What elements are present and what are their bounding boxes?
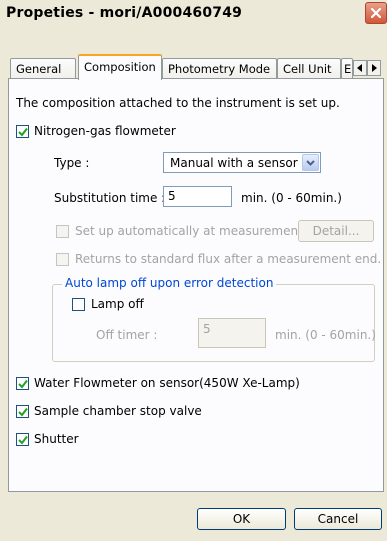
tab-more[interactable]: E — [341, 58, 353, 79]
check-icon — [18, 435, 28, 445]
type-label: Type : — [54, 156, 90, 170]
check-icon — [18, 127, 28, 137]
substitution-label: Substitution time : — [54, 191, 166, 205]
chevron-right-icon — [372, 64, 377, 72]
lamp-off-checkbox[interactable] — [72, 298, 85, 311]
tab-strip: General Composition Photometry Mode Cell… — [8, 54, 383, 80]
auto-setup-label: Set up automatically at measurement. — [75, 224, 307, 238]
tab-scroll-right-button[interactable] — [367, 60, 381, 76]
chevron-down-icon — [306, 159, 315, 166]
shutter-label: Shutter — [34, 432, 79, 446]
off-timer-label: Off timer : — [96, 328, 158, 342]
check-icon — [18, 407, 28, 417]
auto-lamp-legend: Auto lamp off upon error detection — [62, 276, 277, 290]
title-bar: Propeties - mori/A000460749 — [0, 0, 387, 30]
substitution-input[interactable]: 5 — [163, 186, 232, 207]
tab-composition[interactable]: Composition — [78, 54, 162, 80]
sample-valve-label: Sample chamber stop valve — [34, 404, 202, 418]
check-icon — [18, 379, 28, 389]
cancel-button[interactable]: Cancel — [294, 508, 382, 530]
type-dropdown-button[interactable] — [302, 154, 319, 171]
nitrogen-checkbox[interactable] — [16, 125, 29, 138]
water-flowmeter-checkbox[interactable] — [16, 377, 29, 390]
shutter-checkbox[interactable] — [16, 433, 29, 446]
close-icon — [370, 7, 382, 19]
water-flowmeter-label: Water Flowmeter on sensor(450W Xe-Lamp) — [34, 376, 300, 390]
description-text: The composition attached to the instrume… — [16, 96, 340, 110]
auto-setup-checkbox[interactable] — [56, 225, 69, 238]
returns-label: Returns to standard flux after a measure… — [75, 252, 382, 266]
off-timer-range: min. (0 - 60min.) — [275, 328, 376, 342]
type-select-value: Manual with a sensor — [170, 156, 298, 170]
tab-general[interactable]: General — [10, 58, 76, 79]
substitution-range: min. (0 - 60min.) — [241, 191, 342, 205]
close-button[interactable] — [365, 2, 387, 24]
window-title: Propeties - mori/A000460749 — [6, 5, 243, 21]
off-timer-input[interactable]: 5 — [198, 318, 266, 348]
sample-valve-checkbox[interactable] — [16, 405, 29, 418]
ok-button[interactable]: OK — [197, 508, 286, 530]
type-select[interactable]: Manual with a sensor — [163, 152, 321, 173]
detail-button[interactable]: Detail... — [298, 220, 374, 242]
tab-photometry-mode[interactable]: Photometry Mode — [162, 58, 277, 79]
returns-checkbox[interactable] — [56, 253, 69, 266]
chevron-left-icon — [357, 64, 362, 72]
lamp-off-label: Lamp off — [91, 297, 144, 311]
tab-scroll-left-button[interactable] — [353, 60, 367, 76]
tab-cell-unit[interactable]: Cell Unit — [277, 58, 341, 79]
nitrogen-label: Nitrogen-gas flowmeter — [34, 124, 176, 138]
